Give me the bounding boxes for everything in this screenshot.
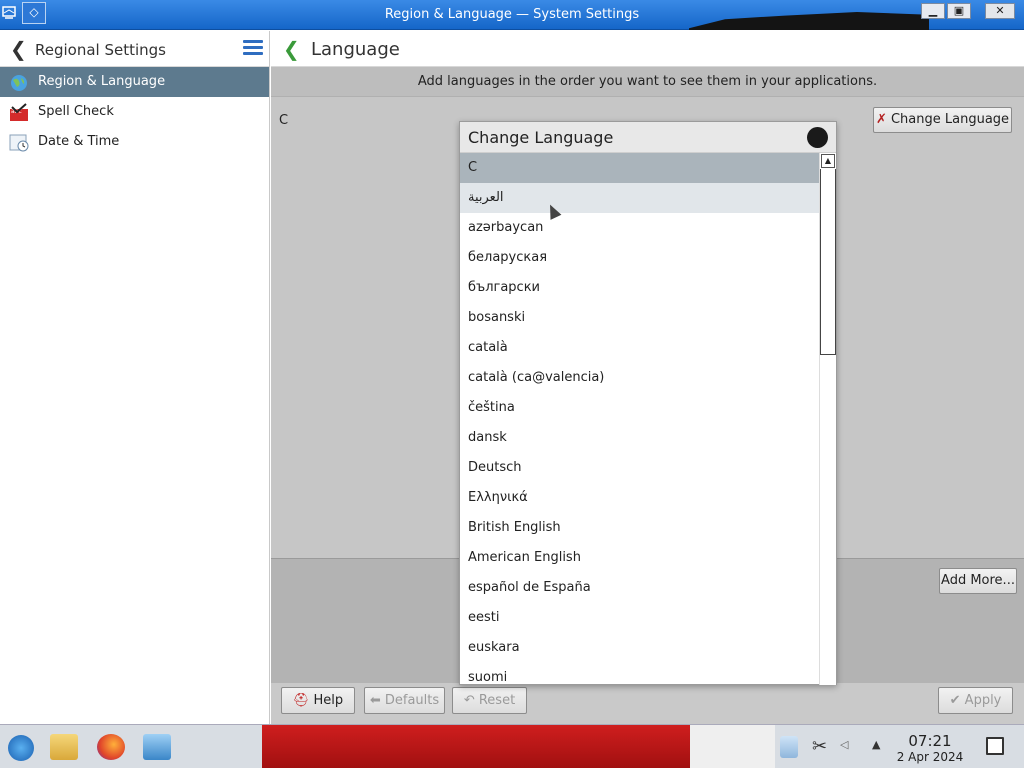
help-icon: ⛑: [292, 693, 310, 708]
check-icon: ✔: [949, 693, 961, 708]
language-option[interactable]: български: [460, 273, 820, 303]
show-desktop-icon[interactable]: [986, 737, 1004, 755]
sidebar-item-date-time[interactable]: Date & Time: [0, 127, 269, 157]
current-language[interactable]: C: [279, 113, 288, 128]
dialog-title: Change Language: [468, 128, 614, 147]
language-option[interactable]: čeština: [460, 393, 820, 423]
clock-time: 07:21: [908, 732, 952, 750]
scissors-icon[interactable]: ✂: [812, 736, 832, 758]
language-option[interactable]: Ελληνικά: [460, 483, 820, 513]
show-hidden-icons-arrow-icon[interactable]: ▲: [872, 738, 886, 756]
change-language-dialog: Change Language C العربية azərbaycan белару…: [459, 121, 837, 685]
calendar-icon: [8, 133, 30, 152]
language-option[interactable]: British English: [460, 513, 820, 543]
sidebar-title: Regional Settings: [35, 41, 167, 59]
language-option[interactable]: C: [460, 153, 820, 183]
vertical-scrollbar[interactable]: ▲: [819, 153, 836, 685]
sidebar-header: ❮ Regional Settings: [0, 31, 269, 67]
clipboard-icon[interactable]: [780, 736, 798, 758]
hint-text: Add languages in the order you want to s…: [271, 67, 1024, 97]
defaults-icon: ⬅: [369, 693, 381, 708]
language-option[interactable]: suomi: [460, 663, 820, 685]
minimize-button[interactable]: ▁: [921, 3, 945, 19]
apply-button[interactable]: ✔ Apply: [938, 687, 1013, 714]
wallpaper-light: [690, 725, 775, 768]
close-button[interactable]: ✕: [985, 3, 1015, 19]
language-option[interactable]: беларуская: [460, 243, 820, 273]
language-option[interactable]: bosanski: [460, 303, 820, 333]
dialog-close-icon[interactable]: [807, 127, 828, 148]
dialog-language-list: C العربية azərbaycan беларуская български bos…: [460, 153, 820, 685]
language-option[interactable]: American English: [460, 543, 820, 573]
language-option[interactable]: العربية: [460, 183, 820, 213]
help-button[interactable]: ⛑ Help: [281, 687, 355, 714]
page-title: Language: [311, 39, 400, 60]
hamburger-menu-icon[interactable]: [243, 40, 263, 58]
language-option[interactable]: azərbaycan: [460, 213, 820, 243]
window-titlebar[interactable]: ◇ Region & Language — System Settings ▁ …: [0, 0, 1024, 30]
back-arrow-icon[interactable]: ❮: [283, 37, 300, 61]
language-option[interactable]: català (ca@valencia): [460, 363, 820, 393]
reset-icon: ↶: [463, 693, 475, 708]
globe-icon: [8, 73, 30, 91]
sidebar-item-label: Region & Language: [38, 74, 166, 89]
firefox-icon[interactable]: [97, 734, 125, 760]
sidebar-item-region-language[interactable]: Region & Language: [0, 67, 269, 97]
dialog-header: Change Language: [460, 122, 836, 153]
add-more-button[interactable]: Add More...: [939, 568, 1017, 594]
system-settings-icon[interactable]: [143, 734, 171, 760]
spell-check-icon: abc: [8, 103, 30, 121]
back-arrow-icon[interactable]: ❮: [10, 37, 27, 61]
file-manager-icon[interactable]: [50, 734, 78, 760]
scrollbar-thumb[interactable]: [820, 169, 836, 355]
tools-icon: ✗: [875, 112, 887, 127]
clock[interactable]: 07:21 2 Apr 2024: [895, 732, 965, 764]
language-option[interactable]: dansk: [460, 423, 820, 453]
language-option[interactable]: español de España: [460, 573, 820, 603]
language-option[interactable]: eesti: [460, 603, 820, 633]
sidebar: ❮ Regional Settings Region & Language ab…: [0, 31, 270, 724]
reset-button[interactable]: ↶ Reset: [452, 687, 527, 714]
change-language-button[interactable]: ✗ Change Language: [873, 107, 1012, 133]
defaults-button[interactable]: ⬅ Defaults: [364, 687, 445, 714]
volume-icon[interactable]: ◁: [840, 738, 854, 756]
page-header: ❮ Language: [271, 31, 1024, 67]
language-option[interactable]: Deutsch: [460, 453, 820, 483]
start-menu-icon[interactable]: [8, 735, 34, 761]
taskbar: ✂ ◁ ▲ 07:21 2 Apr 2024: [0, 724, 1024, 768]
sidebar-item-label: Spell Check: [38, 104, 114, 119]
language-option[interactable]: català: [460, 333, 820, 363]
sidebar-item-spell-check[interactable]: abc Spell Check: [0, 97, 269, 127]
language-option[interactable]: euskara: [460, 633, 820, 663]
scroll-up-arrow-icon[interactable]: ▲: [821, 154, 835, 168]
button-bar: ⛑ Help ⬅ Defaults ↶ Reset ✔ Apply: [271, 683, 1024, 724]
sidebar-item-label: Date & Time: [38, 134, 120, 149]
clock-date: 2 Apr 2024: [896, 750, 964, 764]
maximize-button[interactable]: ▣: [947, 3, 971, 19]
